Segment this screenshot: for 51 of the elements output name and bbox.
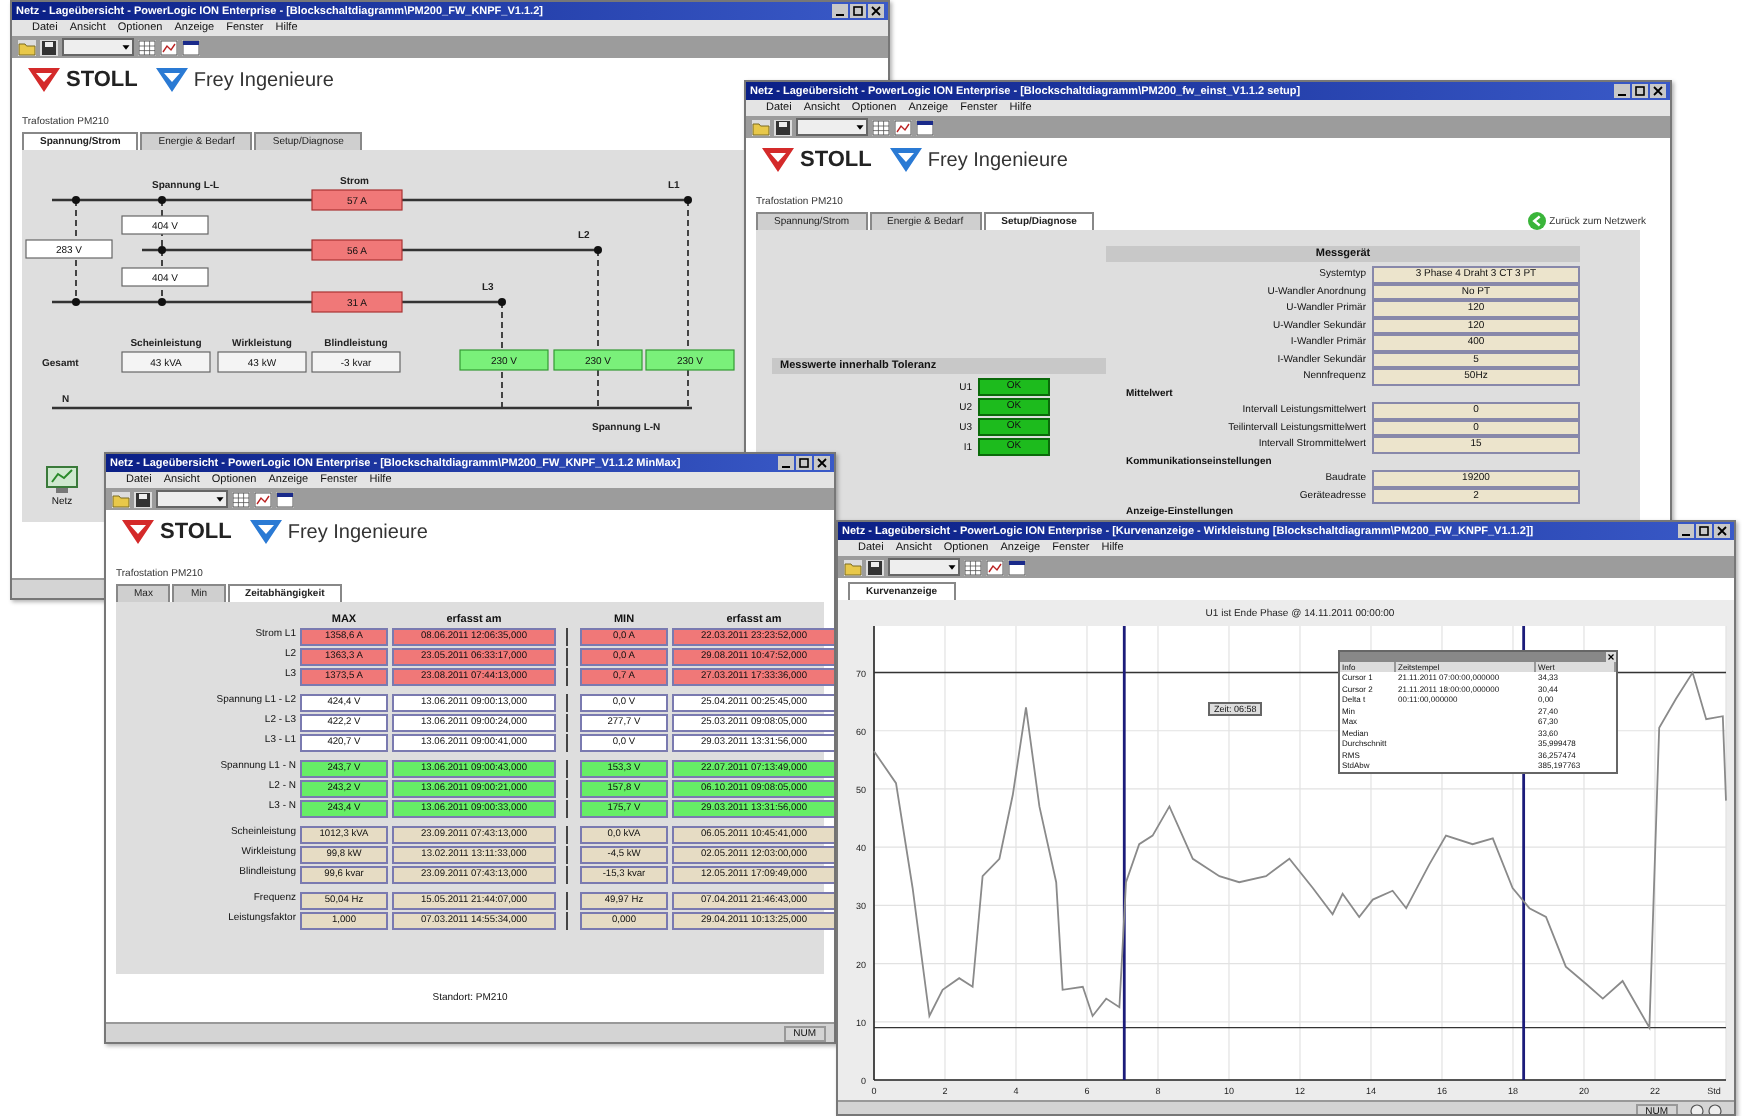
back-arrow-icon [1527,212,1546,230]
maximize-icon[interactable] [1632,84,1648,98]
company-logo-text: STOLL [160,520,232,544]
network-icon[interactable] [46,465,78,493]
chart-icon[interactable] [254,491,272,507]
caret-icon [946,560,958,574]
zoom-controls-icon[interactable] [1690,1104,1726,1114]
company-logo-text: Frey Ingenieure [287,521,428,543]
minimize-icon[interactable] [778,456,794,470]
caret-icon [854,120,866,134]
close-icon[interactable] [868,4,884,18]
dropdown[interactable] [888,558,960,576]
caret-icon [120,40,132,54]
disk-icon[interactable] [774,119,792,135]
cursor-line[interactable] [1122,626,1126,1080]
window-icon[interactable] [1008,559,1026,575]
frey-logo-icon [889,148,922,172]
maximize-icon[interactable] [850,4,866,18]
grid-icon[interactable] [232,491,250,507]
dropdown[interactable] [62,38,134,56]
minimize-icon[interactable] [832,4,848,18]
window-icon[interactable] [916,119,934,135]
disk-icon[interactable] [40,39,58,55]
company-logo-text: Frey Ingenieure [927,149,1068,171]
chart-icon[interactable] [986,559,1004,575]
disk-icon[interactable] [866,559,884,575]
dropdown[interactable] [156,490,228,508]
stoll-logo-icon [762,148,794,172]
dropdown[interactable] [796,118,868,136]
disk-icon[interactable] [134,491,152,507]
window-icon[interactable] [276,491,294,507]
minimize-icon[interactable] [1678,524,1694,538]
maximize-icon[interactable] [1696,524,1712,538]
grid-icon[interactable] [964,559,982,575]
chart-icon[interactable] [160,39,178,55]
company-logo-text: STOLL [66,68,138,92]
grid-icon[interactable] [872,119,890,135]
close-icon[interactable] [814,456,830,470]
stoll-logo-icon [28,68,60,92]
caret-icon [214,492,226,506]
close-icon[interactable] [1714,524,1730,538]
frey-logo-icon [155,68,188,92]
maximize-icon[interactable] [796,456,812,470]
close-icon[interactable] [1650,84,1666,98]
chart-icon[interactable] [894,119,912,135]
company-logo-text: STOLL [800,148,872,172]
window-icon[interactable] [182,39,200,55]
company-logo-text: Frey Ingenieure [193,69,334,91]
close-icon[interactable] [1606,652,1616,662]
minimize-icon[interactable] [1614,84,1630,98]
grid-icon[interactable] [138,39,156,55]
